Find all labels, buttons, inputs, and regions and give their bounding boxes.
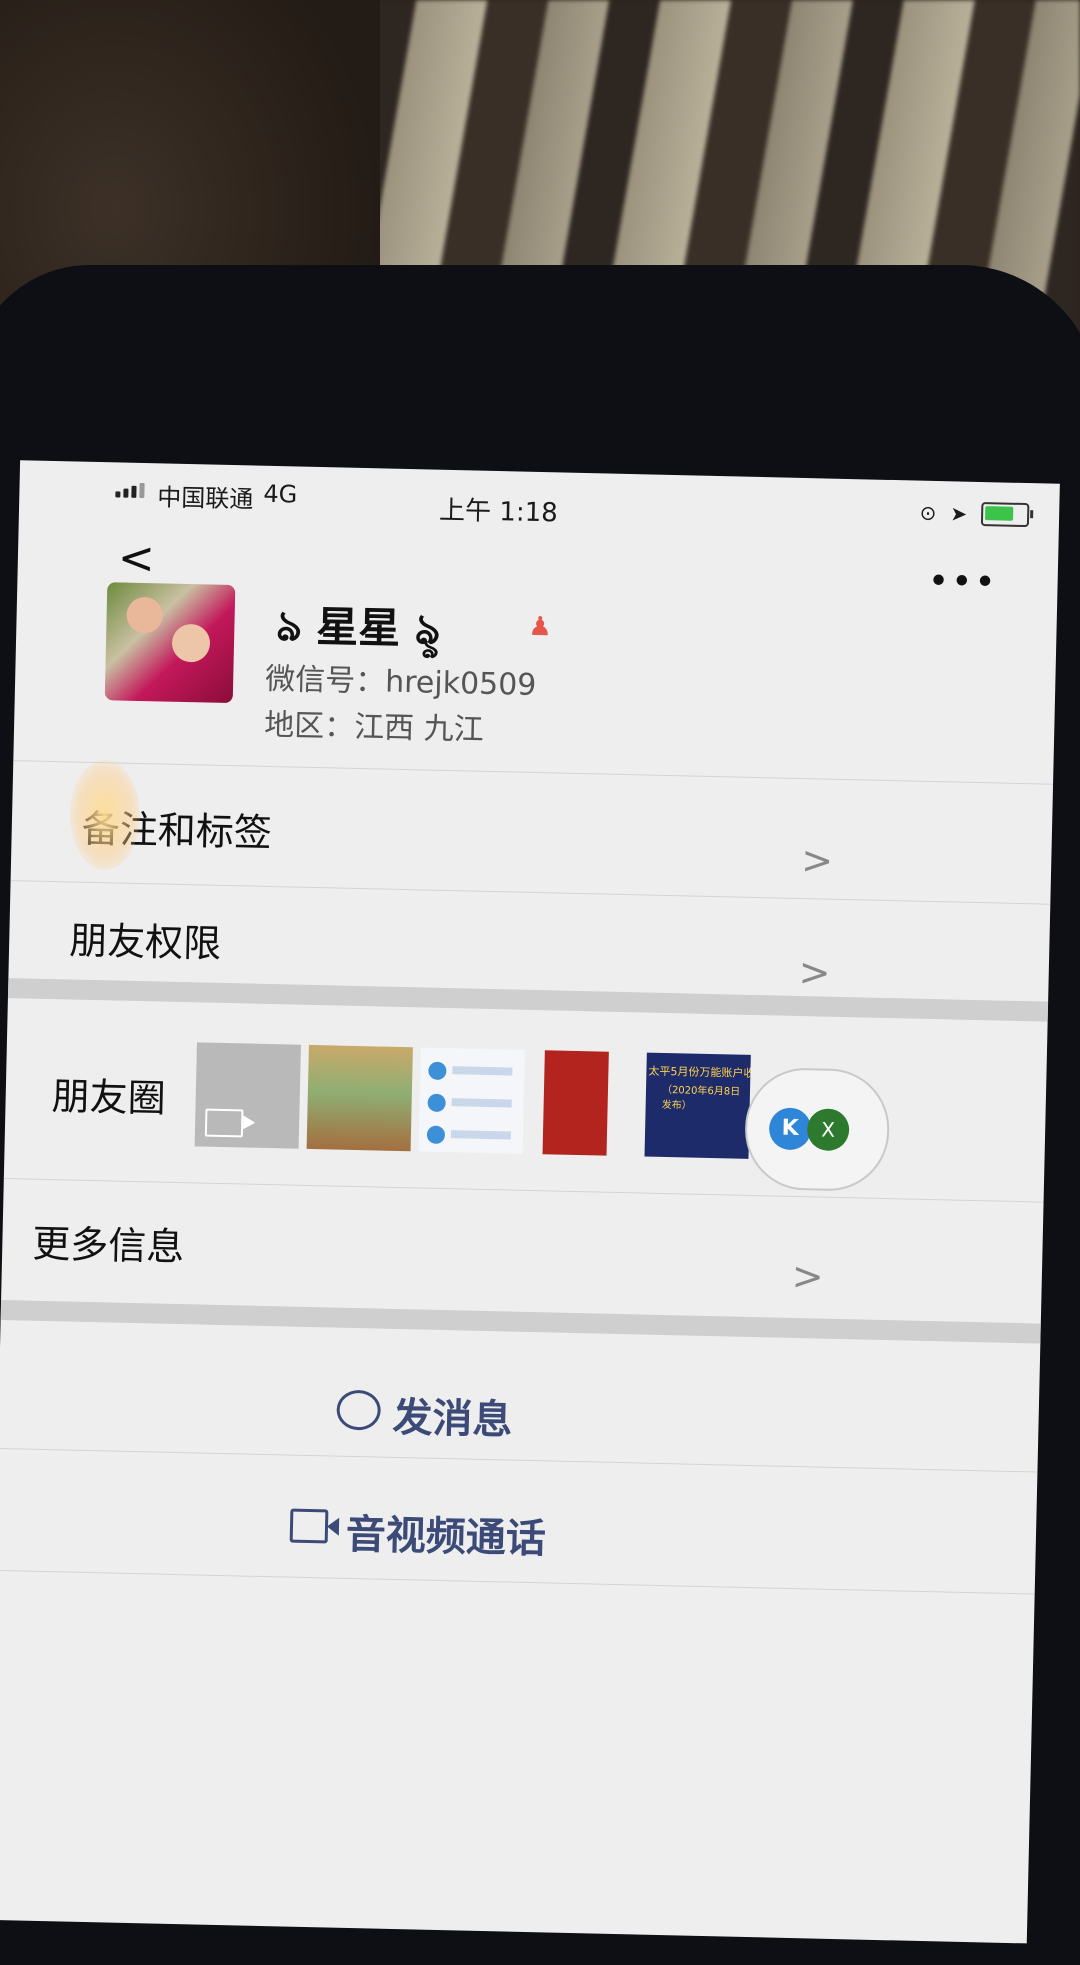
floating-widget[interactable]: K X [743,1066,891,1193]
network-type: 4G [263,479,298,509]
location-icon: ➤ [950,501,968,526]
moments-thumb-photo [306,1044,413,1152]
chevron-right-icon: > [800,838,834,883]
status-icons: ⊙ ➤ [919,500,1030,528]
divider [0,1447,1038,1473]
clock: 上午 1:18 [438,495,559,529]
signal-icon [115,482,145,499]
more-options-icon[interactable]: ••• [927,561,998,604]
moments-thumb-video [194,1042,301,1149]
divider [10,880,1051,905]
gender-female-icon: ♟ [528,611,553,643]
moments-thumb-poster [542,1050,609,1156]
av-call-label: 音视频通话 [345,1511,547,1563]
moments-thumbnails: 太平5月份万能账户收益 （2020年6月8日发布） [194,1042,751,1159]
video-camera-icon [204,1108,244,1138]
battery-icon [980,502,1030,528]
app-k-icon[interactable]: K [768,1107,812,1151]
divider [0,1569,1035,1595]
chevron-right-icon: > [791,1253,825,1299]
light-glare [70,760,140,870]
report-title: 太平5月份万能账户收益 [648,1064,751,1081]
report-subtitle: （2020年6月8日发布） [661,1084,741,1112]
wechat-id: 微信号：hrejk0509 [264,661,537,703]
carrier-name: 中国联通 [157,483,254,514]
chat-bubble-icon [336,1389,382,1431]
chevron-right-icon: > [798,950,832,995]
moments-thumb-document [418,1047,525,1154]
avatar[interactable] [104,582,236,704]
row-moments-label: 朋友圈 [51,1074,167,1121]
divider [13,760,1054,785]
row-more-info-label: 更多信息 [31,1221,185,1270]
moments-thumb-report: 太平5月份万能账户收益 （2020年6月8日发布） [644,1052,751,1159]
section-gap [7,978,1049,1022]
close-x-icon[interactable]: X [806,1108,850,1152]
divider [3,1178,1044,1203]
row-friend-permissions-label: 朋友权限 [68,918,222,966]
video-call-icon [289,1508,329,1544]
send-message-label: 发消息 [391,1394,513,1444]
section-gap [0,1299,1041,1344]
back-icon[interactable]: < [117,532,155,584]
phone-screen: 中国联通 4G 上午 1:18 ⊙ ➤ < ••• ঌ 星星 ৡ ♟ 微信号：h… [0,460,1060,1944]
orientation-lock-icon: ⊙ [919,500,937,526]
region: 地区：江西 九江 [263,707,485,748]
